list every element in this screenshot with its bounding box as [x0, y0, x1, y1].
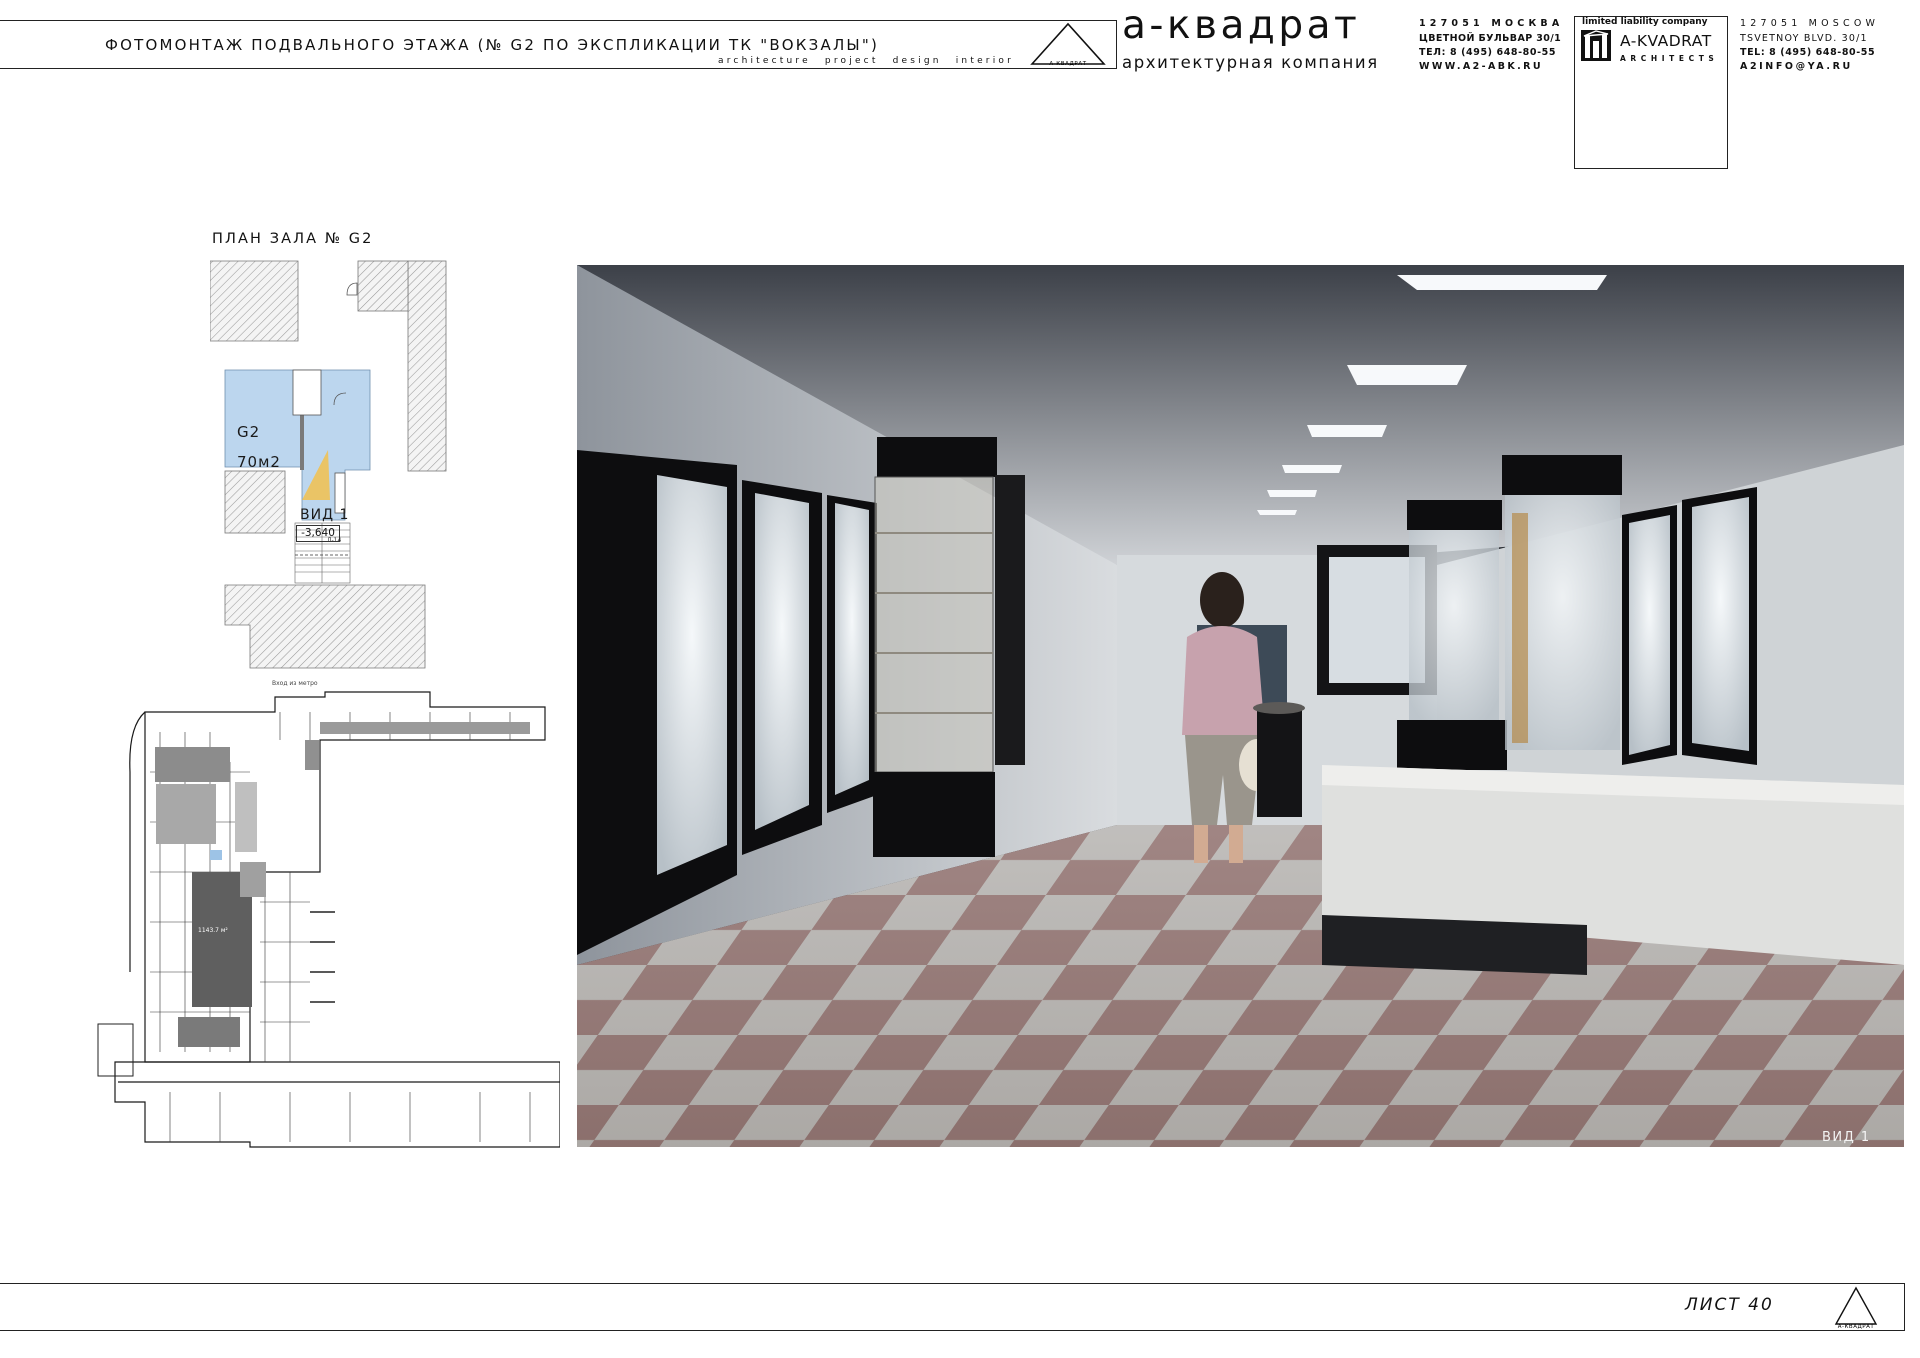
- column: [292, 369, 322, 416]
- plan-title: ПЛАН ЗАЛА № G2: [212, 231, 374, 247]
- level-mark: -3,640: [296, 525, 340, 542]
- sheet-number: ЛИСТ 40: [1685, 1295, 1774, 1315]
- building-logo-icon: [1581, 30, 1611, 61]
- brand-subtitle: архитектурная компания: [1122, 53, 1379, 72]
- address-ru-line-2: ЦВЕТНОЙ БУЛЬВАР 30/1: [1419, 33, 1562, 44]
- triangle-logo-icon: [1030, 22, 1106, 65]
- footer-logo: А-КВАДРАТ: [1834, 1286, 1878, 1330]
- room-area-label: 70м2: [237, 453, 281, 471]
- address-en-line-1: 127051 MOSCOW: [1740, 18, 1880, 29]
- wall-mass-right: [407, 260, 447, 472]
- floor-key-plan: 1143.7 м²: [97, 691, 560, 1148]
- sheet-tagline: architecture project design interior: [718, 56, 1015, 66]
- address-ru-line-3: ТЕЛ: 8 (495) 648-80-55: [1419, 47, 1557, 58]
- wall-mass-lower-left: [224, 470, 286, 534]
- address-ru-line-1: 127051 МОСКВА: [1419, 18, 1564, 29]
- photo-view-label: ВИД 1: [1822, 1130, 1871, 1145]
- sheet-title: ФОТОМОНТАЖ ПОДВАЛЬНОГО ЭТАЖА (№ G2 ПО ЭК…: [105, 36, 880, 54]
- company-logo: А-КВАДРАТ: [1030, 22, 1106, 67]
- interior-photo-view-1: [577, 265, 1904, 1147]
- footer-frame: [0, 1283, 1905, 1331]
- wall-mass-left: [210, 260, 299, 342]
- view-label: ВИД 1: [300, 507, 350, 523]
- key-plan-hall-label: 1143.7 м²: [198, 927, 228, 934]
- wall-mass-corridor: [357, 260, 409, 312]
- footer-logo-caption: А-КВАДРАТ: [1838, 1324, 1875, 1330]
- brand-name: а-квадрат: [1122, 3, 1361, 48]
- entry-note: Вход из метро: [272, 680, 318, 687]
- llc-subtitle: ARCHITECTS: [1620, 54, 1719, 63]
- door-icon: [346, 282, 358, 296]
- key-plan-exits: [310, 911, 335, 1003]
- address-en-line-2: TSVETNOY BLVD. 30/1: [1740, 33, 1868, 44]
- address-en-line-4: A2INFO@YA.RU: [1740, 61, 1853, 72]
- llc-label: limited liability company: [1582, 17, 1708, 27]
- key-plan-shaded-rooms: [155, 722, 530, 1047]
- wall-mass-bottom: [224, 584, 426, 669]
- triangle-logo-icon: [1834, 1286, 1878, 1325]
- room-id-label: G2: [237, 423, 261, 441]
- logo-caption: А-КВАДРАТ: [1049, 61, 1086, 67]
- address-en-line-3: TEL: 8 (495) 648-80-55: [1740, 47, 1876, 58]
- address-ru-line-4: WWW.A2-ABK.RU: [1419, 61, 1543, 72]
- key-plan-g2-highlight: [210, 850, 222, 860]
- llc-name: A-KVADRAT: [1620, 32, 1712, 50]
